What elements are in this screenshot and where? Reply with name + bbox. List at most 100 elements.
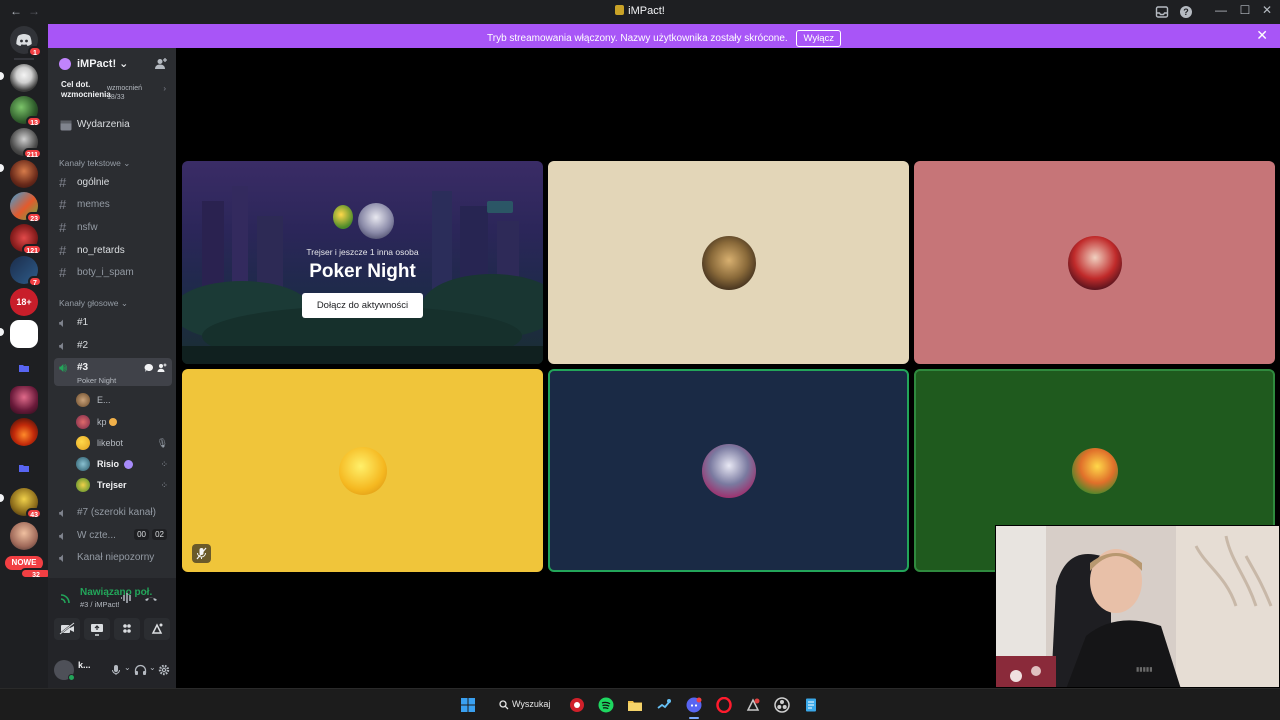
help-icon[interactable]: ?: [1179, 5, 1193, 19]
disconnect-icon[interactable]: [143, 590, 159, 606]
voice-channel-2[interactable]: 🔈︎ #2: [54, 336, 172, 356]
headphones-icon[interactable]: [134, 664, 147, 676]
svg-text:?: ?: [1183, 7, 1189, 17]
voice-user-3[interactable]: likebot 🎙︎: [76, 434, 172, 452]
opera-icon[interactable]: [716, 697, 732, 713]
chevron-down-icon[interactable]: ⌄: [124, 663, 131, 672]
close-window-button[interactable]: ✕: [1257, 3, 1277, 17]
unread-badge: 211: [22, 148, 42, 159]
server-icon-10[interactable]: [10, 418, 38, 446]
voice-user-4[interactable]: Risio ⁘: [76, 455, 172, 473]
avatar: [338, 446, 387, 495]
boost-goal-counter: wzmocnień 18/33: [107, 85, 143, 101]
activity-icon: ⁘: [160, 459, 168, 469]
server-icon-5[interactable]: 23: [10, 192, 42, 223]
server-header[interactable]: iMPact! ⌄: [48, 48, 176, 80]
taskbar-search[interactable]: Wyszukaj: [489, 695, 555, 715]
participant-tile[interactable]: [914, 161, 1275, 364]
voice-channel-9[interactable]: 🔈︎ Kanał niepozorny: [54, 548, 172, 568]
voice-user-1[interactable]: E...: [76, 391, 172, 409]
text-channel-icon: #: [59, 220, 67, 235]
participant-tile[interactable]: [548, 161, 909, 364]
channel-ogolnie[interactable]: # ogólnie: [54, 173, 172, 193]
activities-button[interactable]: [114, 618, 140, 640]
avatar: [76, 457, 90, 471]
server-icon-2[interactable]: 13: [10, 96, 42, 127]
channel-memes[interactable]: # memes: [54, 195, 172, 215]
events-item[interactable]: Wydarzenia: [54, 115, 172, 135]
server-rail: 1 13 211 23 121 7 18+ 43 NOWE 32: [0, 24, 52, 688]
channel-nsfw[interactable]: # nsfw: [54, 218, 172, 238]
disable-streamer-mode-button[interactable]: Wyłącz: [796, 30, 841, 47]
server-icon-12[interactable]: [10, 522, 38, 550]
participant-tile[interactable]: [182, 369, 543, 572]
server-icon-11[interactable]: 43: [10, 488, 42, 519]
server-icon-3[interactable]: 211: [10, 128, 42, 159]
category-text-channels[interactable]: Kanały tekstowe ⌄: [59, 158, 130, 169]
inbox-icon[interactable]: [1155, 5, 1169, 19]
unread-badge: 121: [22, 244, 42, 255]
channel-no-retards[interactable]: # no_retards: [54, 241, 172, 261]
avatar: [701, 443, 756, 498]
settings-gear-icon[interactable]: [158, 664, 170, 676]
user-limit: 02: [152, 529, 167, 540]
obs-icon[interactable]: [774, 697, 790, 713]
invite-people-icon[interactable]: [154, 57, 168, 71]
voice-channel-3[interactable]: 🔊︎ #3 Poker Night: [54, 358, 172, 386]
text-channel-icon: #: [59, 265, 67, 280]
current-user-name[interactable]: k...: [78, 660, 91, 670]
red-app-icon[interactable]: [569, 697, 585, 713]
noise-suppression-icon[interactable]: [119, 590, 135, 606]
invite-to-channel-icon[interactable]: [157, 363, 167, 373]
voice-connected-label[interactable]: Nawiązano poł...: [80, 587, 152, 598]
microphone-icon[interactable]: [110, 664, 122, 676]
channel-boty-i-spam[interactable]: # boty_i_spam: [54, 263, 172, 283]
unread-badge: 13: [26, 116, 42, 127]
close-banner-icon[interactable]: ✕: [1256, 27, 1268, 44]
file-explorer-icon[interactable]: [627, 697, 643, 713]
voice-channel-1[interactable]: 🔈︎ #1: [54, 313, 172, 333]
voice-channel-7[interactable]: 🔈︎ #7 (szeroki kanał): [54, 503, 172, 523]
folder-icon[interactable]: [18, 362, 30, 374]
activity-tile[interactable]: Trejser i jeszcze 1 inna osoba Poker Nig…: [182, 161, 543, 364]
mic-muted-icon: [196, 547, 207, 560]
soundboard-icon: [151, 623, 163, 634]
category-voice-channels[interactable]: Kanały głosowe ⌄: [59, 298, 128, 309]
avatar: [76, 478, 90, 492]
maximize-button[interactable]: ☐: [1235, 3, 1255, 17]
user-count: 00: [134, 529, 149, 540]
steam-icon[interactable]: [656, 697, 672, 713]
window-title: iMPact!: [0, 5, 1280, 17]
server-icon-1[interactable]: [10, 64, 38, 92]
discord-taskbar-icon[interactable]: [686, 697, 702, 713]
screen-share-button[interactable]: [84, 618, 110, 640]
minimize-button[interactable]: —: [1211, 3, 1231, 17]
folder-icon[interactable]: [18, 462, 30, 474]
chat-bubble-icon[interactable]: [144, 363, 154, 373]
windows-taskbar: Wyszukaj: [0, 688, 1280, 720]
voice-user-2[interactable]: kp: [76, 413, 172, 431]
direct-messages-button[interactable]: 1: [10, 26, 42, 57]
activity-title: Poker Night: [309, 261, 416, 282]
server-icon-7[interactable]: 7: [10, 256, 42, 287]
join-activity-button[interactable]: Dołącz do aktywności: [302, 293, 423, 318]
notepad-icon[interactable]: [803, 697, 819, 713]
app-icon[interactable]: [745, 697, 761, 713]
spotify-icon[interactable]: [598, 697, 614, 713]
unread-pill: [0, 328, 4, 336]
voice-user-5[interactable]: Trejser ⁘: [76, 476, 172, 494]
soundboard-button[interactable]: [144, 618, 170, 640]
server-icon-6[interactable]: 121: [10, 224, 42, 255]
voice-location[interactable]: #3 / iMPact!: [80, 600, 120, 609]
server-icon-18plus[interactable]: 18+: [10, 288, 38, 316]
chevron-down-icon[interactable]: ⌄: [149, 663, 156, 672]
server-icon-selected[interactable]: [10, 320, 38, 348]
server-icon-9[interactable]: [10, 386, 38, 414]
voice-channel-8[interactable]: 🔈︎ W czte... 00 02: [54, 526, 172, 546]
boost-goal[interactable]: Cel dot. wzmocnienia wzmocnień 18/33 ›: [52, 78, 170, 104]
windows-start-icon[interactable]: [460, 697, 476, 713]
emoji-icon: [109, 418, 118, 426]
participant-tile-speaking[interactable]: [548, 369, 909, 572]
camera-off-button[interactable]: [54, 618, 80, 640]
server-icon-4[interactable]: [10, 160, 38, 188]
